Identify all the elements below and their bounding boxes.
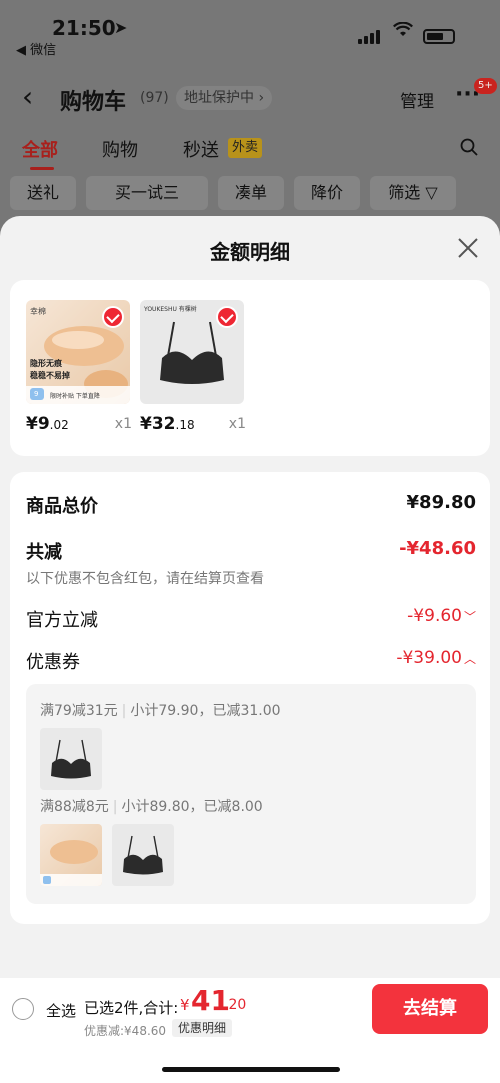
- search-icon[interactable]: [460, 138, 478, 156]
- address-protect-chip[interactable]: 地址保护中 ›: [176, 86, 273, 110]
- back-to-app-link[interactable]: ◀ 微信: [16, 39, 56, 58]
- manage-button[interactable]: 管理: [400, 87, 434, 112]
- tab-all[interactable]: 全部: [22, 136, 58, 170]
- price-row: ¥32.18 x1: [140, 414, 246, 434]
- status-time: 21:50: [52, 16, 116, 40]
- product-qty: x1: [114, 416, 132, 432]
- takeout-badge: 外卖: [228, 138, 263, 158]
- chevron-up-icon: ︿: [463, 652, 476, 666]
- tab-shopping[interactable]: 购物: [102, 136, 138, 162]
- product-image-text: 限时补贴 下单直降: [50, 393, 100, 400]
- total-amount-dec: .20: [224, 997, 247, 1013]
- product-image: 幸棉 隐形无痕 稳稳不易掉 9 限时补贴 下单直降: [26, 300, 130, 404]
- product-image-text: 幸棉: [30, 307, 46, 316]
- chevron-down-icon: ﹀: [463, 610, 476, 624]
- product-item[interactable]: 幸棉 隐形无痕 稳稳不易掉 9 限时补贴 下单直降 ¥9.02 x1: [26, 300, 132, 434]
- reduce-label: 共减: [26, 542, 62, 563]
- filter-gift[interactable]: 送礼: [10, 176, 76, 210]
- filter-bundle[interactable]: 凑单: [218, 176, 284, 210]
- official-label: 官方立减: [26, 610, 98, 631]
- official-value: -¥9.60 ﹀: [407, 606, 476, 626]
- coupon-product-thumb: [40, 824, 102, 886]
- more-badge: 5+: [474, 78, 497, 94]
- cart-count: (97): [140, 90, 169, 106]
- amount-detail-sheet: 金额明细 幸棉 隐形无痕 稳稳不易掉 9 限时补贴 下单直降 ¥9.02 x1 …: [0, 216, 500, 1083]
- reduce-value: -¥48.60: [399, 538, 476, 559]
- total-label: 商品总价: [26, 496, 98, 517]
- checkout-button[interactable]: 去结算: [372, 984, 488, 1034]
- price-row: ¥9.02 x1: [26, 414, 132, 434]
- total-row: 商品总价 ¥89.80: [26, 492, 476, 518]
- coupon-breakdown: 满79减31元 | 小计79.90，已减31.00 满88减8元 | 小计89.80，已…: [26, 684, 476, 904]
- coupon-row[interactable]: 优惠券 -¥39.00 ︿: [26, 648, 476, 674]
- price-summary-card: 商品总价 ¥89.80 共减 -¥48.60 以下优惠不包含红包，请在结算页查看…: [10, 472, 490, 924]
- reduce-note-row: 以下优惠不包含红包，请在结算页查看: [26, 568, 476, 588]
- sheet-title: 金额明细: [210, 240, 290, 264]
- coupon-detail: 小计89.80，已减8.00: [121, 799, 263, 815]
- coupon-rule-line: 满79减31元 | 小计79.90，已减31.00: [40, 703, 281, 719]
- coupon-product-thumb: [112, 824, 174, 886]
- filter-price-drop[interactable]: 降价: [294, 176, 360, 210]
- product-image-text: 稳稳不易掉: [30, 371, 70, 380]
- select-all-radio-icon[interactable]: [12, 998, 34, 1020]
- reduce-note: 以下优惠不包含红包，请在结算页查看: [26, 571, 264, 587]
- status-bar: 21:50 ➤ ◀ 微信: [0, 14, 500, 58]
- wifi-icon: [393, 21, 413, 43]
- back-chevron-icon[interactable]: ‹: [22, 80, 33, 113]
- reduce-row: 共减 -¥48.60: [26, 538, 476, 564]
- checkout-bar: 全选 已选2件,合计: ¥ 41 .20 优惠减:¥48.60 优惠明细 去结算: [0, 978, 500, 1083]
- product-price: ¥32.18: [140, 414, 195, 434]
- check-icon[interactable]: [102, 306, 124, 328]
- tab-instant[interactable]: 秒送: [183, 136, 219, 162]
- product-qty: x1: [228, 416, 246, 432]
- discount-detail-button[interactable]: 优惠明细: [172, 1019, 233, 1037]
- product-image-text: 隐形无痕: [30, 359, 62, 368]
- selected-summary: 已选2件,合计:: [84, 999, 179, 1017]
- location-arrow-icon: ➤: [114, 18, 128, 37]
- coupon-rule: 满88减8元: [40, 799, 109, 815]
- selected-products-card: 幸棉 隐形无痕 稳稳不易掉 9 限时补贴 下单直降 ¥9.02 x1 YOUKE…: [10, 280, 490, 456]
- filter-screen[interactable]: 筛选 ▽: [370, 176, 456, 210]
- coupon-product-thumb: [40, 728, 102, 790]
- coupon-detail: 小计79.90，已减31.00: [130, 703, 281, 719]
- product-item[interactable]: YOUKESHU 有棵树 ¥32.18 x1: [140, 300, 246, 434]
- filter-try[interactable]: 买一试三: [86, 176, 208, 210]
- coupon-rule-line: 满88减8元 | 小计89.80，已减8.00: [40, 799, 263, 815]
- select-all-label[interactable]: 全选: [46, 1000, 76, 1021]
- filter-chips: 送礼 买一试三 凑单 降价 筛选 ▽: [0, 176, 500, 212]
- cart-navbar: ‹ 购物车 (97) 地址保护中 › 管理 ··· 5+: [0, 78, 500, 118]
- check-icon[interactable]: [216, 306, 238, 328]
- background-page: 21:50 ➤ ◀ 微信 ‹ 购物车 (97) 地址保护中 › 管理 ··· 5…: [0, 0, 500, 240]
- cart-tabs: 全部 购物 秒送 外卖: [0, 136, 500, 170]
- page-title: 购物车: [60, 90, 127, 115]
- close-icon[interactable]: [456, 236, 480, 260]
- battery-icon: [423, 29, 455, 44]
- total-value: ¥89.80: [406, 492, 476, 513]
- signal-icon: [358, 28, 384, 44]
- total-currency: ¥: [180, 996, 190, 1014]
- coupon-label: 优惠券: [26, 652, 80, 673]
- official-discount-row[interactable]: 官方立减 -¥9.60 ﹀: [26, 606, 476, 632]
- coupon-value: -¥39.00 ︿: [396, 648, 476, 668]
- product-image-tag: 9: [34, 390, 39, 398]
- home-indicator: [162, 1067, 340, 1072]
- product-price: ¥9.02: [26, 414, 69, 434]
- product-image: YOUKESHU 有棵树: [140, 300, 244, 404]
- coupon-rule: 满79减31元: [40, 703, 118, 719]
- discount-amount: 优惠减:¥48.60: [84, 1024, 167, 1038]
